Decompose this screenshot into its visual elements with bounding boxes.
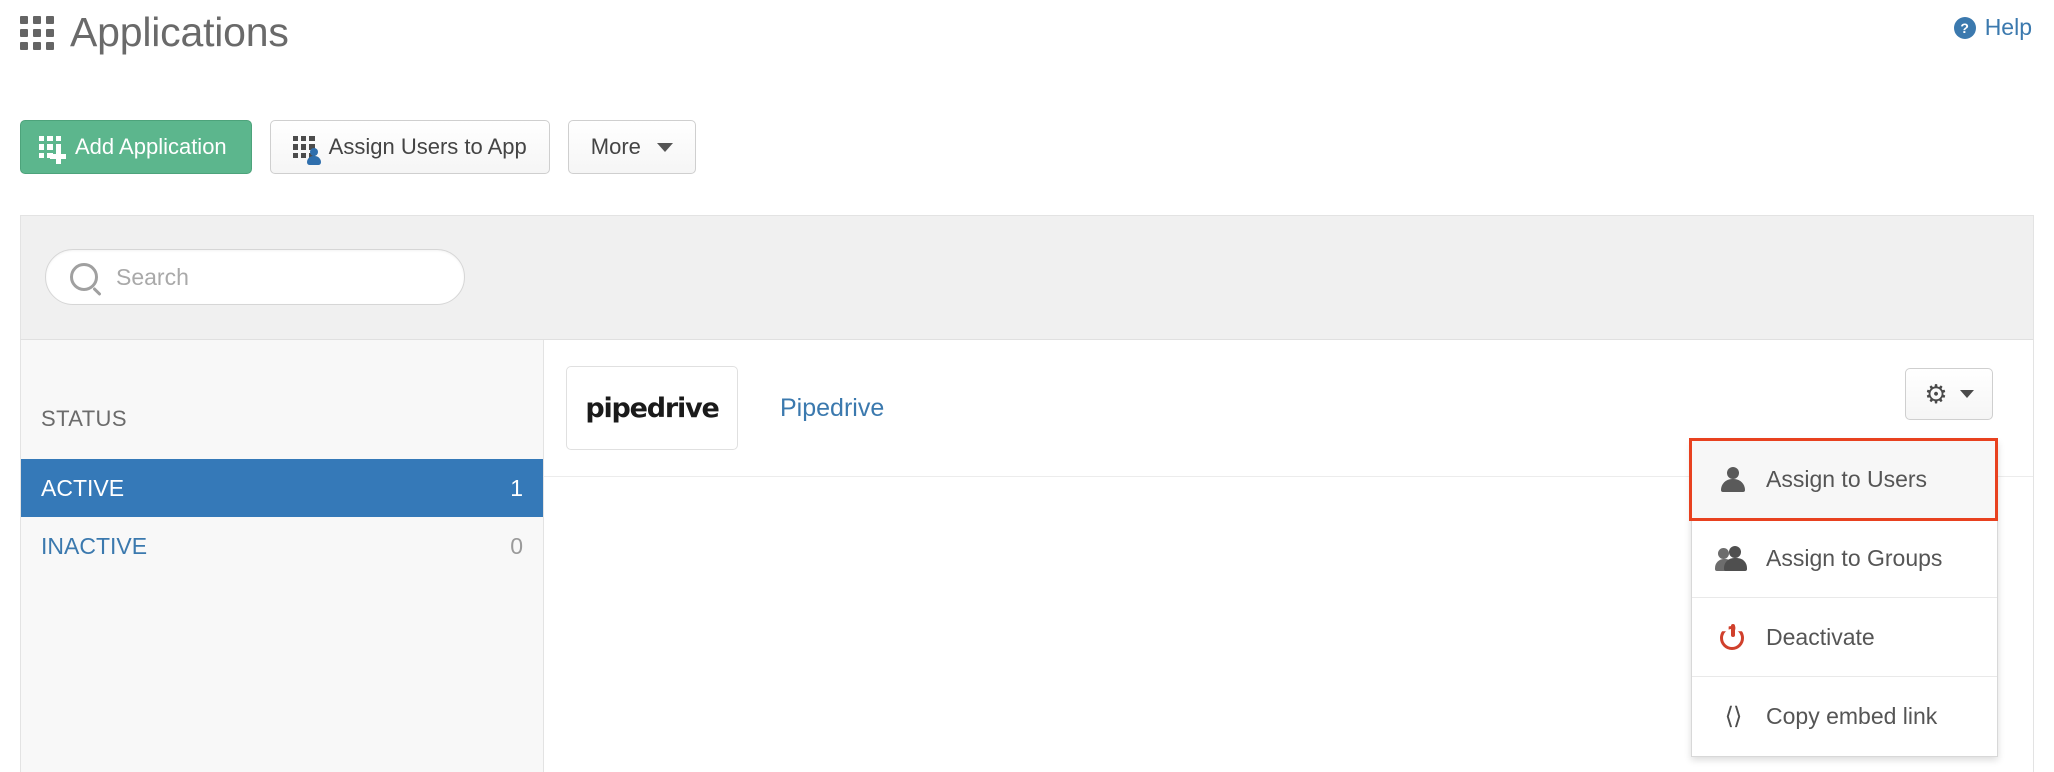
page-header: Applications ? Help — [0, 0, 2054, 88]
page-title: Applications — [70, 9, 289, 55]
assign-users-to-app-button[interactable]: Assign Users to App — [269, 120, 550, 174]
sidebar-item-active-count: 1 — [510, 474, 523, 501]
status-filter-sidebar: STATUS ACTIVE 1 INACTIVE 0 — [21, 340, 544, 772]
status-heading: STATUS — [41, 406, 127, 431]
menu-item-copy-embed-link[interactable]: ⟨⟩ Copy embed link — [1692, 677, 1997, 756]
chevron-down-icon — [656, 142, 673, 152]
more-label: More — [590, 134, 641, 159]
toolbar: Add Application Assign Users to App More — [20, 120, 696, 174]
more-button[interactable]: More — [567, 120, 696, 174]
help-label: Help — [1984, 14, 2032, 40]
help-link[interactable]: ? Help — [1953, 14, 2032, 41]
menu-item-deactivate-label: Deactivate — [1766, 623, 1875, 650]
menu-item-assign-to-groups[interactable]: Assign to Groups — [1692, 519, 1997, 598]
page-title-group: Applications — [20, 12, 289, 53]
menu-item-assign-to-groups-label: Assign to Groups — [1766, 544, 1943, 571]
app-settings-button[interactable]: ⚙ — [1905, 368, 1993, 420]
power-icon — [1718, 624, 1748, 650]
code-brackets-icon: ⟨⟩ — [1724, 703, 1743, 730]
search-box[interactable] — [45, 249, 465, 305]
add-application-button[interactable]: Add Application — [20, 120, 252, 174]
sidebar-item-inactive-label: INACTIVE — [41, 532, 148, 559]
gear-icon: ⚙ — [1924, 379, 1948, 409]
app-logo-card: pipedrive — [566, 366, 738, 450]
grid-person-icon — [292, 136, 321, 165]
sidebar-item-inactive-count: 0 — [510, 532, 523, 559]
app-name-link[interactable]: Pipedrive — [780, 394, 884, 423]
status-filter-list: ACTIVE 1 INACTIVE 0 — [21, 459, 543, 575]
app-settings-dropdown: Assign to Users Assign to Groups Deactiv… — [1691, 440, 1998, 757]
search-panel — [20, 215, 2034, 339]
chevron-down-icon — [1959, 390, 1974, 398]
people-icon — [1715, 545, 1748, 571]
question-mark-icon: ? — [1953, 16, 1976, 39]
grid-icon — [20, 15, 54, 50]
app-logo-text: pipedrive — [585, 392, 719, 424]
grid-plus-icon — [39, 136, 66, 164]
sidebar-item-active-label: ACTIVE — [41, 474, 125, 501]
search-icon — [70, 263, 98, 291]
menu-item-deactivate[interactable]: Deactivate — [1692, 598, 1997, 677]
sidebar-item-active[interactable]: ACTIVE 1 — [21, 459, 543, 517]
assign-users-to-app-label: Assign Users to App — [328, 134, 527, 159]
person-icon — [1718, 466, 1748, 492]
search-input[interactable] — [114, 262, 440, 292]
add-application-label: Add Application — [75, 134, 227, 159]
menu-item-copy-embed-link-label: Copy embed link — [1766, 703, 1938, 729]
menu-item-assign-to-users-label: Assign to Users — [1766, 465, 1928, 492]
sidebar-item-inactive[interactable]: INACTIVE 0 — [21, 517, 543, 575]
menu-item-assign-to-users[interactable]: Assign to Users — [1692, 440, 1997, 519]
